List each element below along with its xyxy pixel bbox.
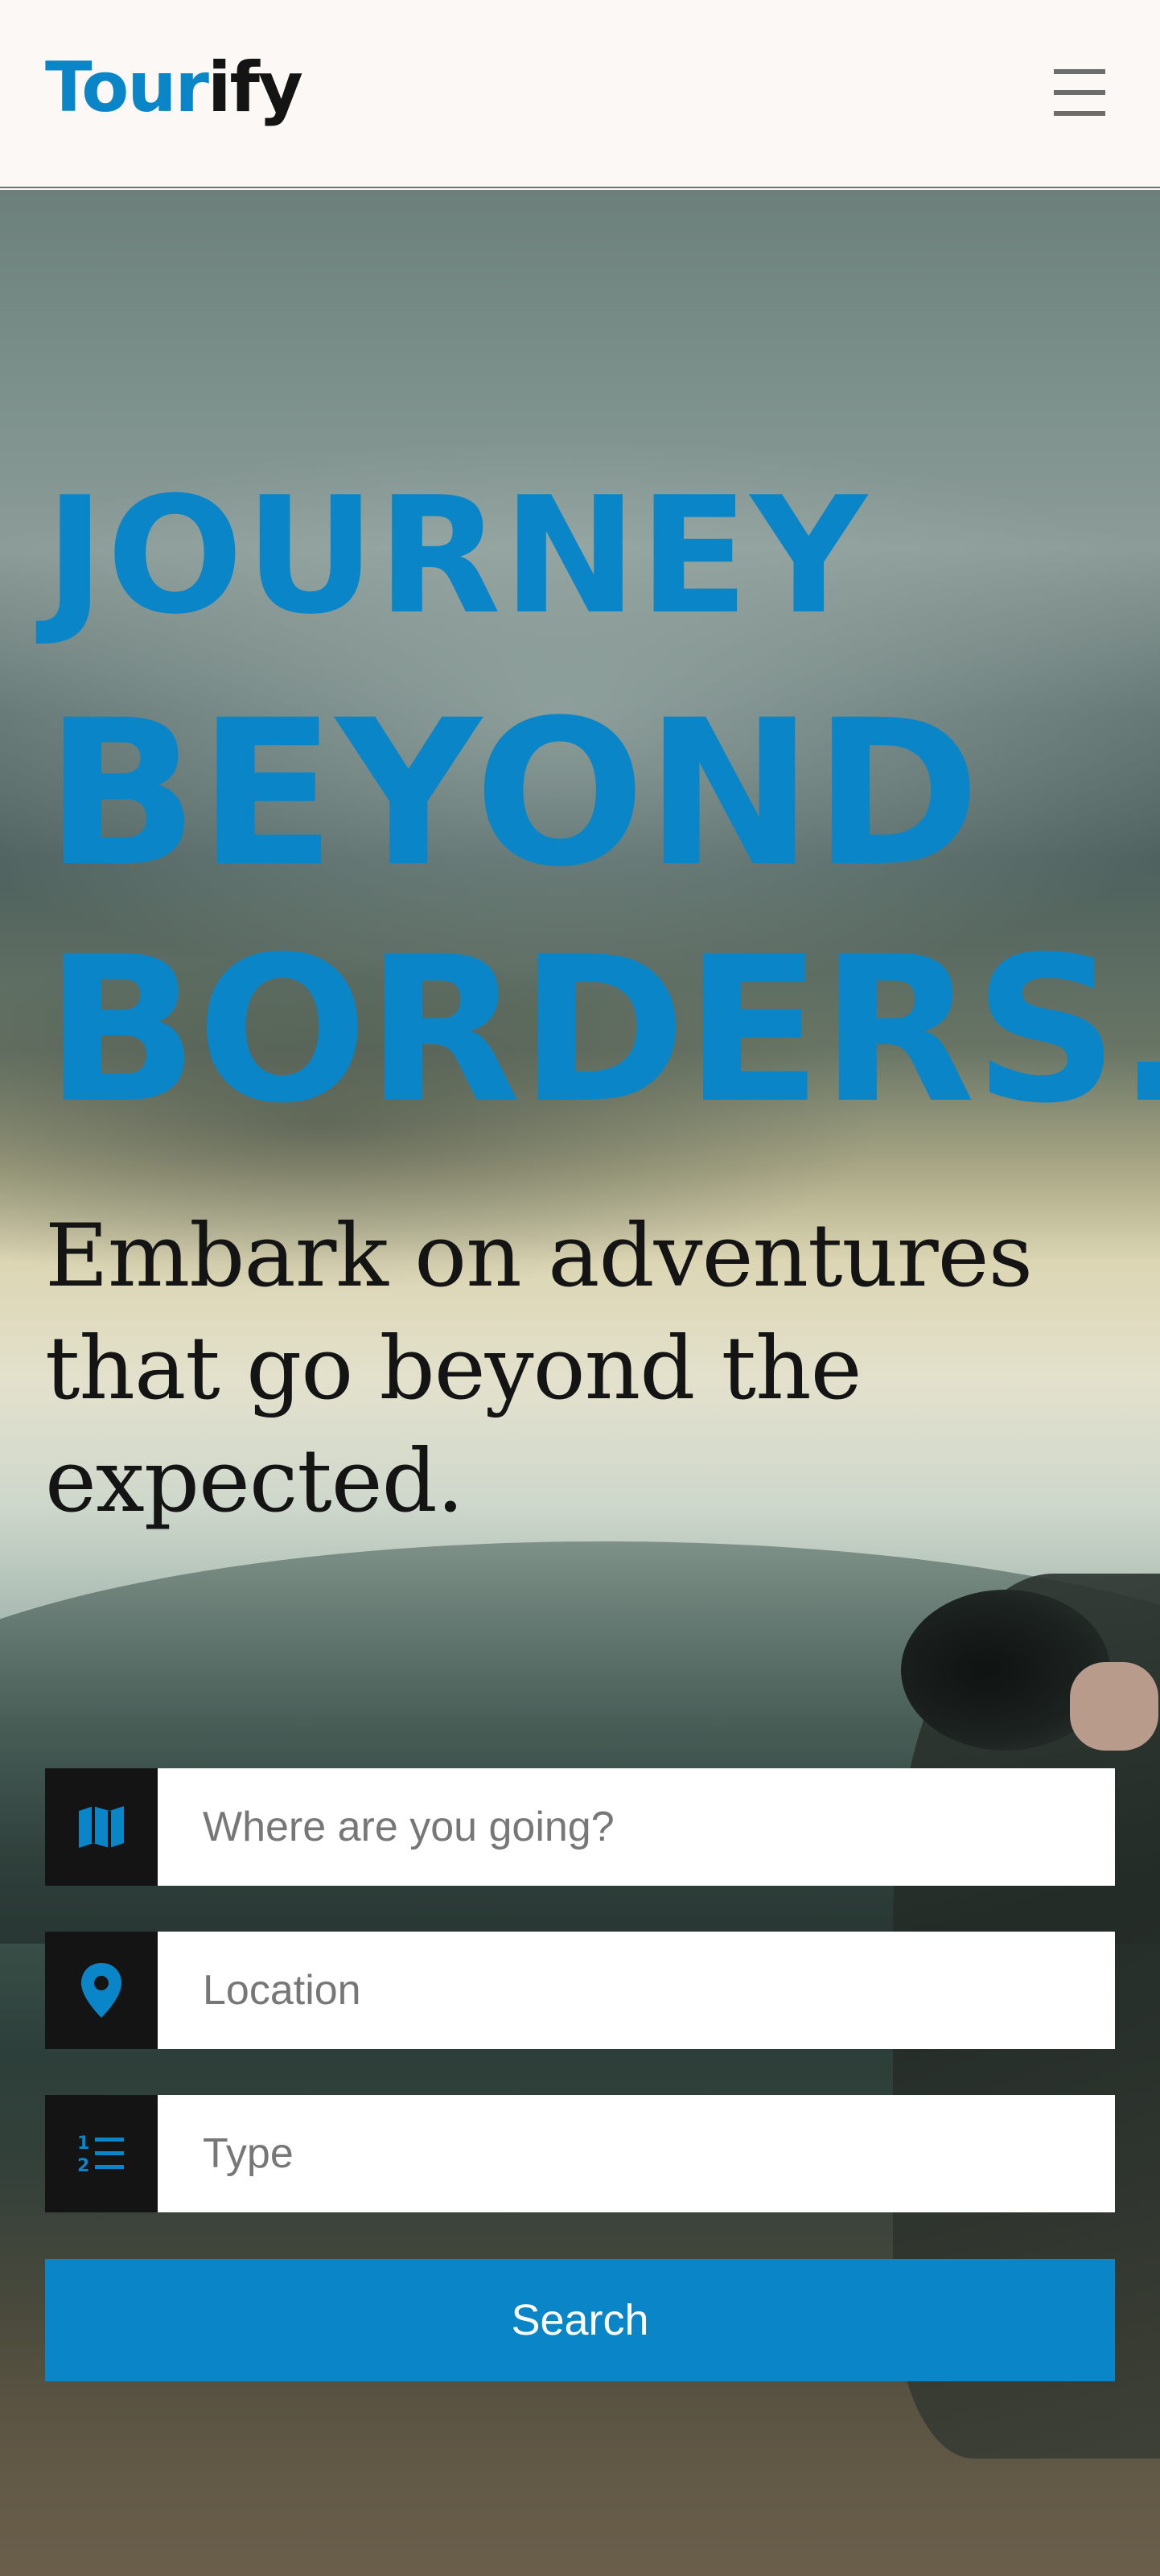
destination-field xyxy=(45,1768,1115,1886)
logo-text-tour: Tour xyxy=(45,47,209,128)
location-field xyxy=(45,1932,1115,2049)
hero-subheading: Embark on adventures that go beyond the … xyxy=(45,1206,1033,1532)
type-input[interactable] xyxy=(158,2095,1115,2212)
svg-text:2: 2 xyxy=(77,2156,89,2176)
destination-input[interactable] xyxy=(158,1768,1115,1886)
hero-headline-line1: JOURNEY xyxy=(45,463,869,650)
site-header: Tourify xyxy=(0,0,1160,188)
hero-headline-line2: BEYOND xyxy=(45,677,981,911)
type-field: 1 2 xyxy=(45,2095,1115,2212)
logo-text-ify: ify xyxy=(207,47,303,128)
hamburger-menu-icon[interactable] xyxy=(1052,68,1107,119)
location-input[interactable] xyxy=(158,1932,1115,2049)
map-icon xyxy=(45,1768,158,1886)
svg-text:1: 1 xyxy=(77,2134,89,2154)
numbered-list-icon: 1 2 xyxy=(45,2095,158,2212)
hero-headline-line3: BORDERS. xyxy=(45,913,1160,1147)
search-button[interactable]: Search xyxy=(45,2259,1115,2381)
location-pin-icon xyxy=(45,1932,158,2049)
tourify-logo[interactable]: Tourify xyxy=(45,53,303,122)
